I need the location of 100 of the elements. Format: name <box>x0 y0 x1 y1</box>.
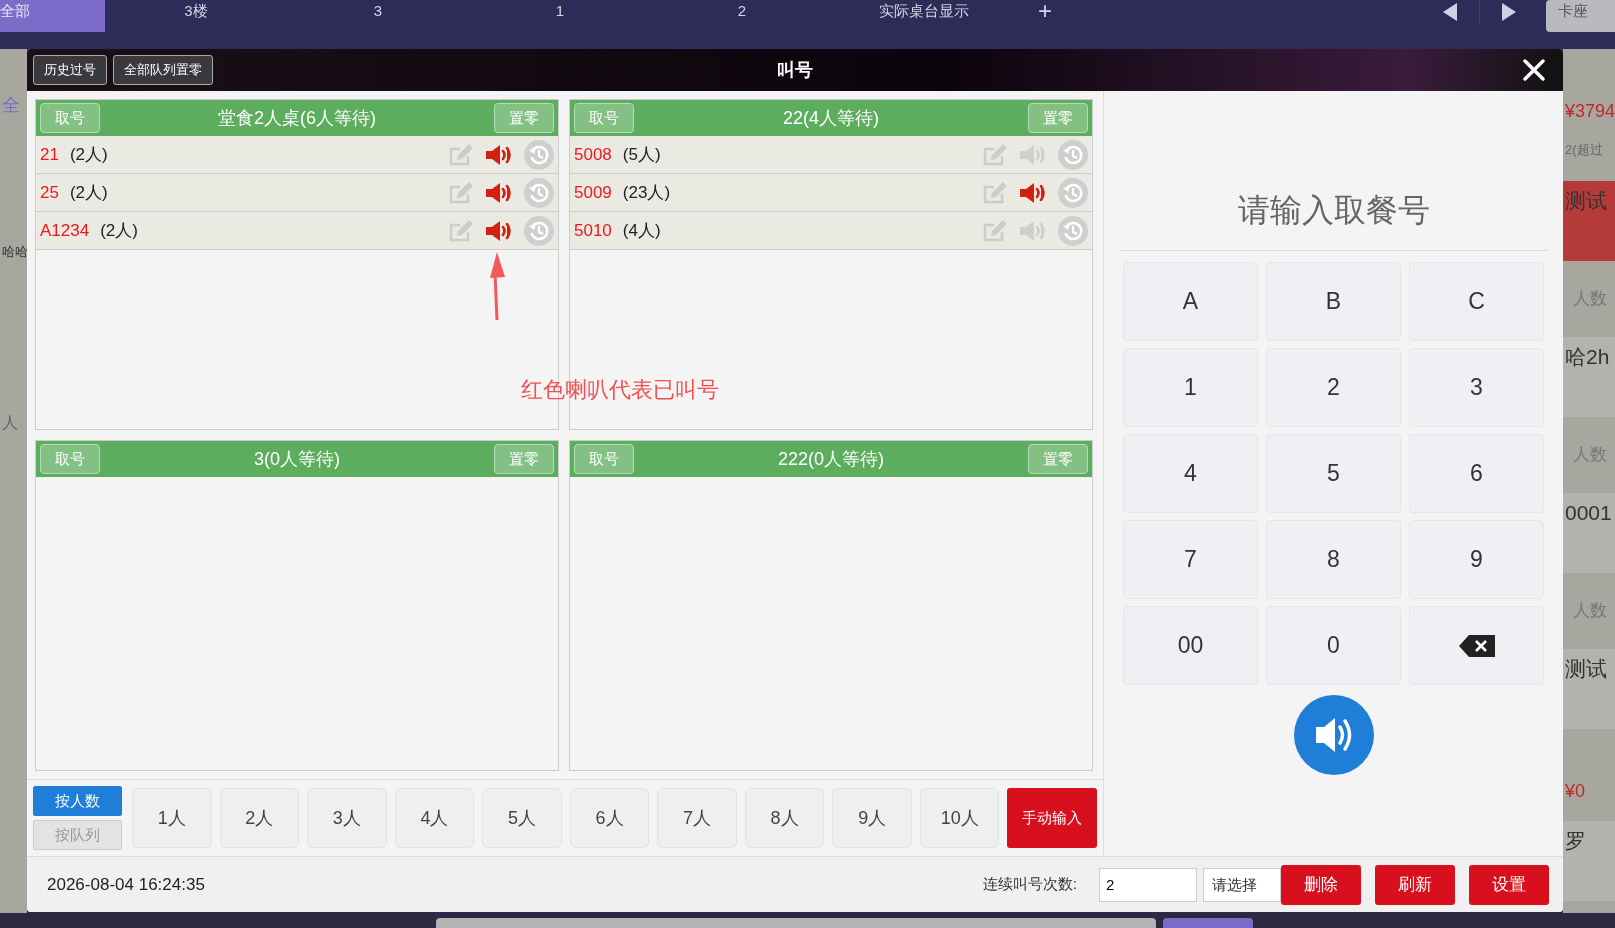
header-button[interactable]: 历史过号 <box>33 55 107 85</box>
floor-tab[interactable]: 3楼 <box>105 0 287 32</box>
table-card-text: 测试 <box>1563 649 1615 729</box>
manual-input-button[interactable]: 手动输入 <box>1007 788 1097 848</box>
keypad-key[interactable]: A <box>1123 262 1258 341</box>
party-size-button[interactable]: 10人 <box>919 788 1000 848</box>
speaker-icon[interactable] <box>1018 180 1048 205</box>
prompt-text: 请输入取餐号 <box>1237 191 1430 230</box>
party-size: (5人) <box>622 144 661 166</box>
queue-title: 22(4人等待) <box>782 107 880 130</box>
ticket-number: 5008 <box>574 144 612 165</box>
annotation-arrow <box>487 252 507 322</box>
party-size-button[interactable]: 6人 <box>569 788 650 848</box>
previous-icon[interactable] <box>1443 3 1457 21</box>
scroll-tab[interactable] <box>436 918 1156 928</box>
footer-button[interactable]: 设置 <box>1469 864 1549 905</box>
table-card-text: 2(超过 <box>1564 141 1604 159</box>
keypad-key[interactable]: 2 <box>1266 348 1401 427</box>
table-card-text: 哈2h <box>1563 337 1615 417</box>
floor-tab[interactable]: 2 <box>651 0 833 32</box>
party-size-button[interactable]: 2人 <box>219 788 300 848</box>
side-tab[interactable] <box>1163 918 1253 928</box>
area-tab[interactable]: 卡座 <box>1546 0 1615 32</box>
ticket-number: 5009 <box>574 182 612 203</box>
annotation-text: 红色喇叭代表已叫号 <box>521 376 719 404</box>
ticket-number: 5010 <box>574 220 612 241</box>
ticket-number: A1234 <box>40 220 90 241</box>
keypad-key[interactable]: 6 <box>1409 434 1544 513</box>
add-tab-button[interactable]: + <box>1015 0 1075 22</box>
party-size-button[interactable]: 3人 <box>307 788 387 848</box>
table-card-text: ¥3794 <box>1564 101 1615 123</box>
party-size-button[interactable]: 1人 <box>132 788 212 848</box>
party-size-button[interactable]: 5人 <box>482 788 562 848</box>
table-card-text: 0001 <box>1563 493 1615 573</box>
repeat-count-field[interactable]: 2 <box>1099 867 1197 902</box>
keypad-key[interactable]: 1 <box>1123 348 1258 427</box>
queue-title: 3(0人等待) <box>253 448 341 471</box>
table-card-text: 人 <box>1 413 19 433</box>
table-card-text: 哈哈 <box>1 243 27 261</box>
party-size: (2人) <box>100 220 138 242</box>
party-size-button[interactable]: 7人 <box>657 788 737 848</box>
ticket-number: 21 <box>40 144 59 165</box>
keypad-key[interactable]: 8 <box>1266 520 1401 599</box>
floor-tab[interactable]: 实际桌台显示 <box>833 0 1015 32</box>
queue-row[interactable]: 25 (2人) <box>36 174 558 212</box>
dialog-title: 叫号 <box>777 59 813 82</box>
keypad-key[interactable]: 4 <box>1123 434 1258 513</box>
speaker-icon[interactable] <box>484 142 514 167</box>
keypad-key[interactable]: 9 <box>1409 520 1544 599</box>
call-speaker-button[interactable] <box>1293 695 1374 775</box>
keypad-key[interactable]: 7 <box>1123 520 1258 599</box>
queue-row[interactable]: 5010 (4人) <box>570 212 1092 250</box>
edit-icon[interactable] <box>982 180 1008 205</box>
party-size: (2人) <box>69 182 108 204</box>
table-card-text: 全 <box>1 94 21 117</box>
edit-icon[interactable] <box>982 218 1008 243</box>
party-size-button[interactable]: 9人 <box>832 788 912 848</box>
edit-icon[interactable] <box>448 142 474 167</box>
history-icon[interactable] <box>1058 139 1088 170</box>
history-icon[interactable] <box>524 139 554 170</box>
table-card-text: 测试 <box>1563 181 1615 261</box>
history-icon[interactable] <box>1058 177 1088 208</box>
keypad-key[interactable]: 3 <box>1409 348 1544 427</box>
party-size: (23人) <box>622 182 671 204</box>
party-size-button[interactable]: 8人 <box>744 788 825 848</box>
header-button[interactable]: 全部队列置零 <box>113 55 213 85</box>
backspace-button[interactable] <box>1409 606 1544 685</box>
keypad-key[interactable]: B <box>1266 262 1401 341</box>
footer-button[interactable]: 刷新 <box>1375 864 1455 905</box>
select-field[interactable]: 请选择 <box>1203 867 1281 902</box>
party-size-button[interactable]: 4人 <box>394 788 475 848</box>
next-icon[interactable] <box>1502 3 1516 21</box>
table-card-text: 罗 <box>1563 821 1615 901</box>
queue-row[interactable]: 21 (2人) <box>36 136 558 174</box>
edit-icon[interactable] <box>448 218 474 243</box>
history-icon[interactable] <box>524 215 554 246</box>
keypad-key[interactable]: 0 <box>1266 606 1401 685</box>
close-icon[interactable] <box>1523 59 1545 81</box>
party-size: (4人) <box>622 220 661 242</box>
repeat-count-label: 连续叫号次数: <box>982 875 1077 894</box>
floor-tab[interactable]: 全部 <box>0 0 105 32</box>
speaker-icon[interactable] <box>484 180 514 205</box>
date-time: 2026-08-04 16:24:35 <box>47 874 205 895</box>
queue-row[interactable]: 5008 (5人) <box>570 136 1092 174</box>
speaker-icon[interactable] <box>484 218 514 243</box>
keypad-key[interactable]: 00 <box>1123 606 1258 685</box>
ticket-number: 25 <box>40 182 59 203</box>
queue-row[interactable]: 5009 (23人) <box>570 174 1092 212</box>
edit-icon[interactable] <box>982 142 1008 167</box>
history-icon[interactable] <box>524 177 554 208</box>
mode-tab[interactable]: 按人数 <box>33 786 122 816</box>
edit-icon[interactable] <box>448 180 474 205</box>
history-icon[interactable] <box>1058 215 1088 246</box>
floor-tab[interactable]: 3 <box>287 0 469 32</box>
keypad-key[interactable]: C <box>1409 262 1544 341</box>
keypad-key[interactable]: 5 <box>1266 434 1401 513</box>
queue-row[interactable]: A1234 (2人) <box>36 212 558 250</box>
floor-tab[interactable]: 1 <box>469 0 651 32</box>
footer-button[interactable]: 删除 <box>1281 864 1361 905</box>
queue-title: 222(0人等待) <box>777 448 885 471</box>
